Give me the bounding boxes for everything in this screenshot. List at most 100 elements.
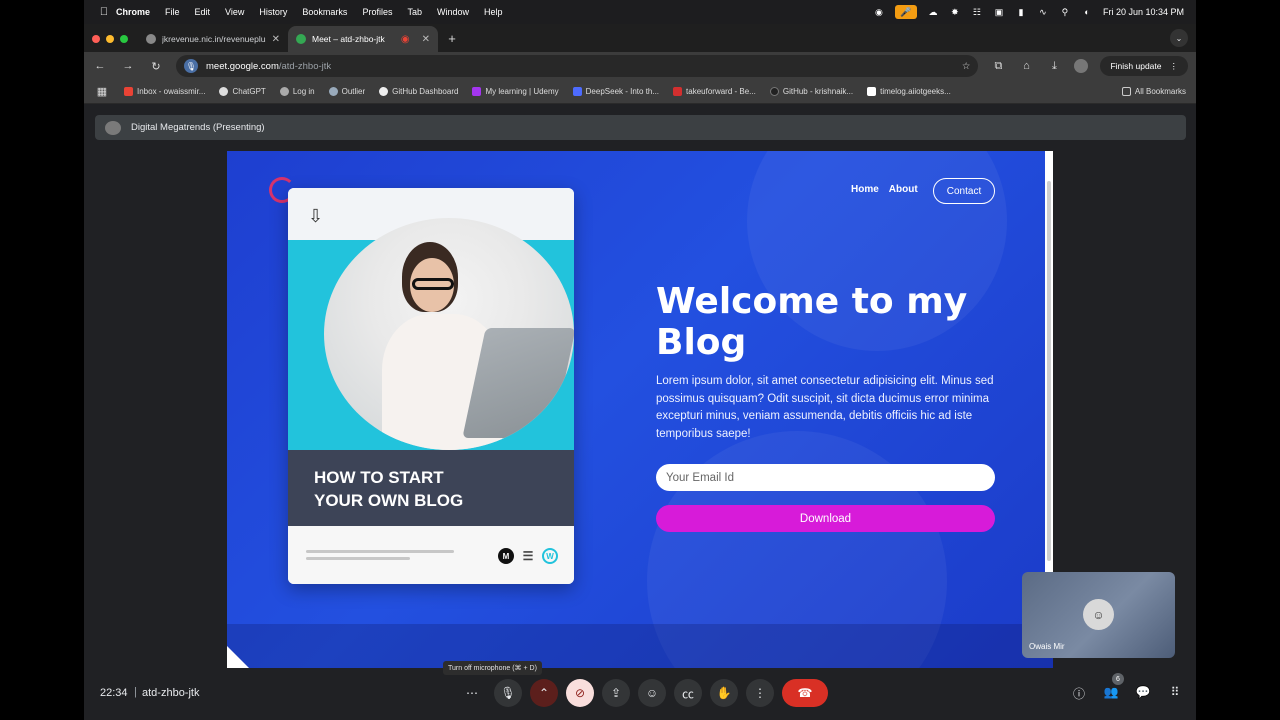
all-bookmarks[interactable]: All Bookmarks (1121, 87, 1186, 96)
site-mic-icon[interactable]: 🎙 (184, 59, 198, 73)
shared-screen: ▬ Home About Contact ⇩ HOW TO START YOUR… (227, 151, 1053, 668)
battery-icon[interactable]: ▮ (1015, 6, 1027, 18)
window-controls (84, 35, 138, 52)
menu-file[interactable]: File (165, 7, 180, 17)
back-icon[interactable]: ← (92, 60, 108, 72)
chat-icon[interactable]: 💬 (1135, 685, 1151, 702)
close-window-button[interactable] (92, 35, 100, 43)
menu-bookmarks[interactable]: Bookmarks (302, 7, 347, 17)
globe-icon (279, 87, 289, 96)
chatgpt-icon[interactable]: ✸ (949, 6, 961, 18)
url-host: meet.google.com (206, 60, 279, 72)
activities-icon[interactable]: ⠿ (1167, 685, 1183, 702)
apple-icon[interactable]:  (92, 6, 116, 18)
photo-glasses (412, 278, 454, 290)
url-path: /atd-zhbo-jtk (278, 60, 332, 72)
cloud-download-icon: ⇩ (308, 206, 324, 226)
chatgpt-icon (219, 87, 229, 96)
reload-icon[interactable]: ↻ (148, 60, 164, 73)
address-bar[interactable]: 🎙 meet.google.com/atd-zhbo-jtk ☆ (176, 55, 979, 77)
call-controls: ⋯ 🎙 ⌃ ⊘ ⇪ ☺ ㏄ ✋ ⋮ ☎ (458, 679, 828, 707)
presenting-banner: Digital Megatrends (Presenting) (95, 115, 1186, 140)
tab-search-button[interactable]: ⌄ (1170, 29, 1188, 47)
hero-section: Welcome to my Blog Lorem ipsum dolor, sit… (656, 281, 996, 443)
bookmark-github-dashboard[interactable]: GitHub Dashboard (379, 87, 458, 96)
present-screen-button[interactable]: ⇪ (602, 679, 630, 707)
finish-update-label: Finish update (1110, 61, 1162, 71)
bookmark-inbox[interactable]: Inbox - owaissmir... (124, 87, 205, 96)
bookmark-udemy[interactable]: My learning | Udemy (472, 87, 559, 96)
menu-help[interactable]: Help (484, 7, 503, 17)
menu-view[interactable]: View (225, 7, 244, 17)
apps-grid-icon[interactable]: ▦ (94, 85, 110, 98)
emoji-reactions-button[interactable]: ☺ (638, 679, 666, 707)
gmail-icon (124, 87, 133, 96)
participant-name: Owais Mir (1029, 642, 1065, 651)
bookmark-star-icon[interactable]: ☆ (962, 61, 971, 72)
bookmark-label: Inbox - owaissmir... (137, 87, 206, 96)
control-center-icon[interactable]: ◐ (1081, 6, 1093, 18)
camera-off-button[interactable]: ⊘ (566, 679, 594, 707)
profile-avatar[interactable] (1074, 59, 1089, 73)
forward-icon[interactable]: → (120, 60, 136, 72)
medium-icon: M (498, 548, 514, 564)
menu-profiles[interactable]: Profiles (362, 7, 392, 17)
bookmark-login[interactable]: Log in (279, 87, 315, 96)
contact-button[interactable]: Contact (933, 178, 995, 204)
bookmark-deepseek[interactable]: DeepSeek - Into th... (572, 87, 659, 96)
finish-update-button[interactable]: Finish update ⋮ (1100, 56, 1188, 76)
corner-decoration (227, 646, 249, 668)
email-input[interactable]: Your Email Id (656, 464, 995, 491)
hero-title: Welcome to my Blog (656, 281, 996, 363)
more-audio-options-button[interactable]: ⋯ (458, 679, 486, 707)
raise-hand-button[interactable]: ✋ (710, 679, 738, 707)
screen-icon[interactable]: ▣ (993, 6, 1005, 18)
bookmark-label: ChatGPT (232, 87, 266, 96)
record-icon[interactable]: ◉ (873, 6, 885, 18)
bookmark-takeuforward[interactable]: takeuforward - Be... (673, 87, 756, 96)
self-view-tile[interactable]: ☺ Owais Mir (1022, 572, 1175, 658)
card-title: HOW TO START YOUR OWN BLOG (288, 450, 574, 526)
bookmark-outlier[interactable]: Outlier (328, 87, 365, 96)
menu-edit[interactable]: Edit (195, 7, 211, 17)
more-options-button[interactable]: ⋮ (746, 679, 774, 707)
leave-call-button[interactable]: ☎ (782, 679, 828, 707)
new-tab-button[interactable]: + (438, 31, 466, 52)
people-icon[interactable]: 👥 (1103, 685, 1119, 702)
udemy-icon (472, 87, 482, 96)
microphone-button[interactable]: 🎙 (494, 679, 522, 707)
download-button[interactable]: Download (656, 505, 995, 532)
nav-about[interactable]: About (889, 184, 918, 195)
bookmark-github-krishnaik[interactable]: GitHub - krishnaik... (769, 87, 853, 96)
meeting-info-icon[interactable]: ⓘ (1071, 685, 1087, 702)
bookmarks-bar: ▦ Inbox - owaissmir... ChatGPT Log in Ou… (84, 80, 1196, 104)
minimize-window-button[interactable] (106, 35, 114, 43)
tab-jkrevenue[interactable]: jkrevenue.nic.in/revenueplus/ ✕ (138, 26, 288, 52)
zoom-window-button[interactable] (120, 35, 128, 43)
tab-title: jkrevenue.nic.in/revenueplus/ (162, 34, 266, 44)
incognito-icon[interactable]: ⌂ (1018, 60, 1034, 72)
tab-meet[interactable]: Meet – atd-zhbo-jtk ◉ ✕ (288, 26, 438, 52)
close-tab-icon[interactable]: ✕ (422, 34, 430, 45)
download-icon[interactable]: ⤓ (1046, 60, 1062, 73)
wifi-icon[interactable]: ∿ (1037, 6, 1049, 18)
cloud-icon[interactable]: ☁ (927, 6, 939, 18)
captions-button[interactable]: ㏄ (674, 679, 702, 707)
camera-options-chevron-button[interactable]: ⌃ (530, 679, 558, 707)
scrollbar[interactable] (1045, 151, 1053, 572)
bookmark-chatgpt[interactable]: ChatGPT (219, 87, 266, 96)
date-time[interactable]: Fri 20 Jun 10:34 PM (1103, 7, 1184, 17)
menu-tab[interactable]: Tab (407, 7, 422, 17)
menu-chrome[interactable]: Chrome (116, 7, 150, 17)
close-tab-icon[interactable]: ✕ (272, 34, 280, 45)
menu-window[interactable]: Window (437, 7, 469, 17)
search-icon[interactable]: ⚲ (1059, 6, 1071, 18)
bookmark-timelog[interactable]: timelog.aiiotgeeks... (867, 87, 951, 96)
meeting-code: atd-zhbo-jtk (142, 687, 200, 699)
mic-status-icon[interactable]: 🎤 (894, 5, 917, 19)
extension-icon[interactable]: ☷ (971, 6, 983, 18)
nav-home[interactable]: Home (851, 184, 879, 195)
menu-history[interactable]: History (259, 7, 287, 17)
extensions-icon[interactable]: ⧉ (990, 60, 1006, 73)
woman-with-laptop-photo (324, 218, 574, 450)
